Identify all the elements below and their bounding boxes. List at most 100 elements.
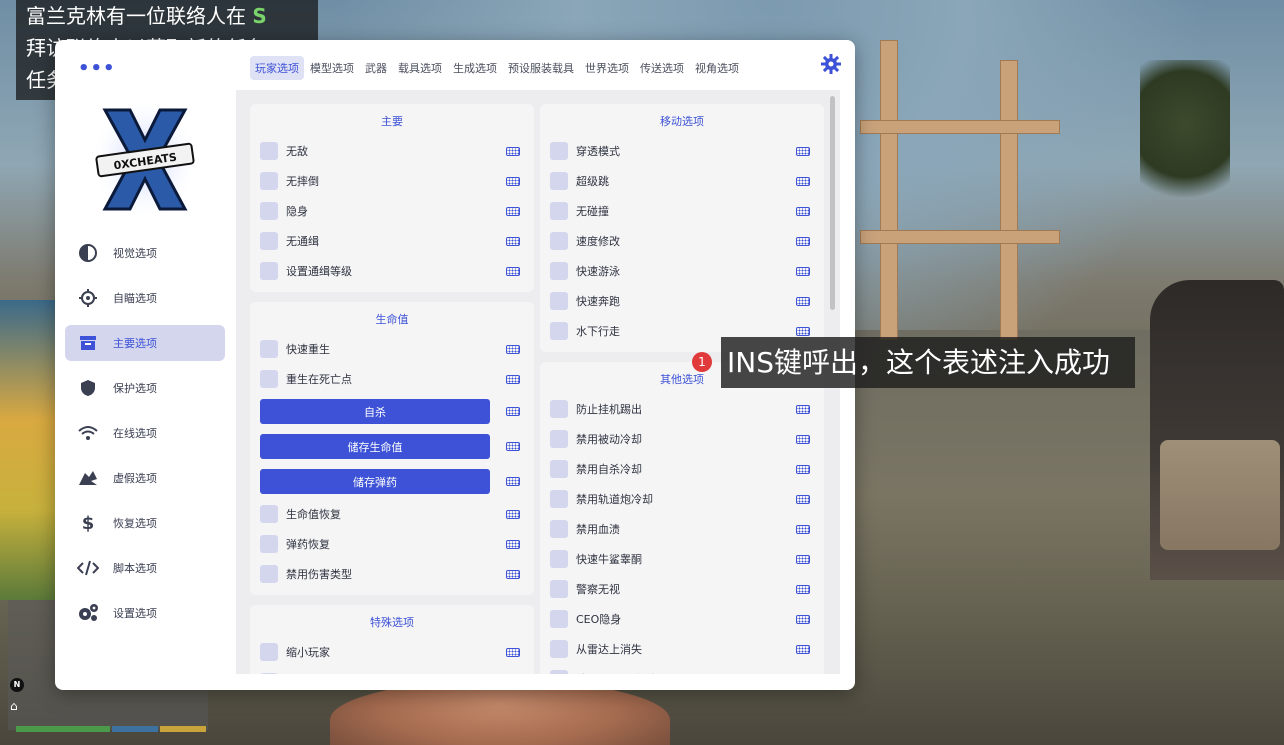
keybind-icon[interactable] [796,644,810,654]
tab-spawn[interactable]: 生成选项 [448,56,502,80]
option-checkbox[interactable] [550,172,568,190]
keybind-icon[interactable] [506,236,520,246]
option-checkbox[interactable] [260,535,278,553]
keybind-icon[interactable] [506,176,520,186]
option-checkbox[interactable] [260,202,278,220]
section-title: 生命值 [375,313,409,326]
sidebar-item-recovery[interactable]: $ 恢复选项 [65,505,225,541]
gear-icon[interactable] [821,54,841,74]
tab-world[interactable]: 世界选项 [580,56,634,80]
option-checkbox[interactable] [550,640,568,658]
crosshair-icon [77,287,99,309]
option-checkbox[interactable] [260,142,278,160]
tab-model[interactable]: 模型选项 [305,56,359,80]
keybind-icon[interactable] [506,477,520,486]
tab-teleport[interactable]: 传送选项 [635,56,689,80]
health-section: 生命值 快速重生 重生在死亡点 自杀 储存生命值 储存弹药 生命值恢复 弹药恢复 禁用伤害… [250,302,534,595]
sidebar-item-protection[interactable]: 保护选项 [65,370,225,406]
option-checkbox[interactable] [260,370,278,388]
option-row: 禁用自杀冷却 [550,454,814,484]
option-row: 生命值恢复 [260,499,524,529]
action-row: 储存弹药 [260,464,524,499]
keybind-icon[interactable] [796,524,810,534]
option-checkbox[interactable] [260,172,278,190]
option-checkbox[interactable] [260,340,278,358]
option-checkbox[interactable] [550,580,568,598]
option-checkbox[interactable] [550,400,568,418]
option-checkbox[interactable] [550,610,568,628]
tab-presets[interactable]: 预设服装载具 [503,56,579,80]
keybind-icon[interactable] [796,554,810,564]
scrollbar[interactable] [830,96,835,310]
option-checkbox[interactable] [550,430,568,448]
keybind-icon[interactable] [796,326,810,336]
keybind-icon[interactable] [796,494,810,504]
option-row: 设置通缉等级 [260,256,524,286]
keybind-icon[interactable] [796,404,810,414]
option-row: 禁用伤害类型 [260,559,524,589]
keybind-icon[interactable] [796,584,810,594]
action-button[interactable]: 储存弹药 [260,469,490,494]
sidebar-item-label: 虚假选项 [113,472,157,485]
option-checkbox[interactable] [550,142,568,160]
sidebar-item-main[interactable]: 主要选项 [65,325,225,361]
option-checkbox[interactable] [550,550,568,568]
option-checkbox[interactable] [550,322,568,340]
tab-weapons[interactable]: 武器 [360,56,392,80]
option-checkbox[interactable] [550,292,568,310]
option-row: 超级跳 [550,166,814,196]
option-checkbox[interactable] [260,673,278,674]
action-button[interactable]: 自杀 [260,399,490,424]
keybind-icon[interactable] [796,434,810,444]
option-checkbox[interactable] [260,643,278,661]
keybind-icon[interactable] [506,539,520,549]
option-checkbox[interactable] [550,520,568,538]
keybind-icon[interactable] [506,647,520,657]
option-label: 快速奔跑 [576,295,620,308]
option-checkbox[interactable] [260,232,278,250]
tab-player[interactable]: 玩家选项 [250,56,304,80]
sidebar: 视觉选项 自瞄选项 主要选项 保护选项 在线选项 虚假选项 $ 恢复选项 脚本选 [65,235,225,640]
keybind-icon[interactable] [506,509,520,519]
keybind-icon[interactable] [506,266,520,276]
keybind-icon[interactable] [796,176,810,186]
ability-bar [160,726,206,732]
option-checkbox[interactable] [260,565,278,583]
keybind-icon[interactable] [506,569,520,579]
action-button[interactable]: 储存生命值 [260,434,490,459]
sidebar-item-visual[interactable]: 视觉选项 [65,235,225,271]
option-checkbox[interactable] [260,505,278,523]
option-checkbox[interactable] [550,232,568,250]
keybind-icon[interactable] [796,266,810,276]
keybind-icon[interactable] [796,296,810,306]
sidebar-item-scripts[interactable]: 脚本选项 [65,550,225,586]
option-checkbox[interactable] [550,670,568,674]
sidebar-item-online[interactable]: 在线选项 [65,415,225,451]
option-row: 警察无视 [550,574,814,604]
sidebar-item-settings[interactable]: 设置选项 [65,595,225,631]
menu-dots-icon[interactable]: ••• [78,58,116,79]
sidebar-item-spoof[interactable]: 虚假选项 [65,460,225,496]
keybind-icon[interactable] [506,442,520,451]
keybind-icon[interactable] [796,146,810,156]
sidebar-item-aimbot[interactable]: 自瞄选项 [65,280,225,316]
option-checkbox[interactable] [550,202,568,220]
tab-vehicle[interactable]: 载具选项 [393,56,447,80]
keybind-icon[interactable] [506,146,520,156]
keybind-icon[interactable] [796,614,810,624]
keybind-icon[interactable] [506,344,520,354]
keybind-icon[interactable] [506,374,520,384]
option-checkbox[interactable] [550,460,568,478]
keybind-icon[interactable] [796,464,810,474]
keybind-icon[interactable] [506,206,520,216]
tab-camera[interactable]: 视角选项 [690,56,744,80]
option-checkbox[interactable] [550,262,568,280]
movement-section: 移动选项 穿透模式 超级跳 无碰撞 速度修改 快速游泳 快速奔跑 水下行走 [540,104,824,352]
option-checkbox[interactable] [260,262,278,280]
minimap-north-icon: N [10,678,24,692]
annotation-caption: INS键呼出，这个表述注入成功 [721,337,1135,388]
keybind-icon[interactable] [796,236,810,246]
keybind-icon[interactable] [796,206,810,216]
option-checkbox[interactable] [550,490,568,508]
keybind-icon[interactable] [506,407,520,416]
